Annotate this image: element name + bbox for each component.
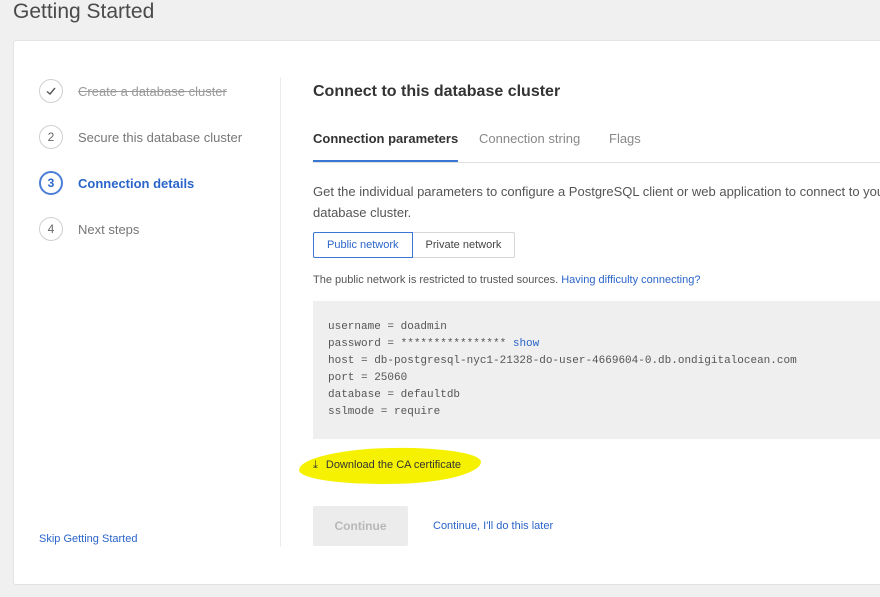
main-panel: Connect to this database cluster Connect… [298, 41, 880, 584]
section-title: Connect to this database cluster [313, 83, 561, 100]
step-number: 2 [39, 125, 63, 149]
tab-connection-parameters[interactable]: Connection parameters [313, 131, 459, 162]
step-number: 3 [39, 171, 63, 195]
tab-connection-string[interactable]: Connection string [479, 131, 580, 162]
param-port: port = 25060 [328, 372, 408, 384]
vertical-divider [280, 77, 281, 547]
having-difficulty-link[interactable]: Having difficulty connecting? [561, 274, 700, 286]
step-label: Secure this database cluster [78, 129, 243, 145]
param-password: password = **************** show [328, 336, 880, 353]
step-secure-cluster[interactable]: 2 Secure this database cluster [39, 124, 242, 150]
param-host: host = db-postgresql-nyc1-21328-do-user-… [328, 355, 797, 367]
step-label: Next steps [78, 221, 140, 237]
download-icon: ⤓ [313, 458, 318, 471]
network-toggle: Public network Private network [313, 232, 516, 258]
skip-getting-started-link[interactable]: Skip Getting Started [39, 533, 137, 545]
getting-started-card: Create a database cluster 2 Secure this … [13, 40, 880, 585]
download-label: Download the CA certificate [325, 459, 462, 471]
network-note: The public network is restricted to trus… [313, 274, 700, 286]
step-complete-indicator [39, 79, 63, 103]
page-title: Getting Started [13, 0, 155, 23]
param-sslmode: sslmode = require [328, 406, 441, 418]
param-password-value: password = **************** [328, 338, 507, 350]
step-next-steps[interactable]: 4 Next steps [39, 216, 139, 242]
note-text: The public network is restricted to trus… [313, 274, 559, 286]
step-number: 4 [39, 217, 63, 241]
step-connection-details[interactable]: 3 Connection details [39, 170, 194, 196]
continue-button[interactable]: Continue [313, 506, 408, 546]
private-network-button[interactable]: Private network [412, 232, 516, 258]
step-create-cluster[interactable]: Create a database cluster [39, 78, 227, 104]
show-password-link[interactable]: show [513, 338, 539, 350]
param-username: username = doadmin [328, 321, 447, 333]
step-label: Create a database cluster [78, 83, 227, 99]
tab-bar: Connection parameters Connection string … [313, 131, 880, 163]
public-network-button[interactable]: Public network [313, 232, 413, 258]
check-icon [46, 87, 56, 95]
step-label: Connection details [78, 175, 195, 191]
download-ca-certificate-link[interactable]: ⤓ Download the CA certificate [313, 455, 461, 475]
description-text: Get the individual parameters to configu… [313, 184, 880, 220]
connection-params-box: username = doadmin password = **********… [313, 301, 880, 439]
param-database: database = defaultdb [328, 389, 461, 401]
tab-flags[interactable]: Flags [609, 131, 641, 162]
continue-later-link[interactable]: Continue, I'll do this later [433, 520, 553, 532]
steps-sidebar: Create a database cluster 2 Secure this … [14, 41, 280, 584]
